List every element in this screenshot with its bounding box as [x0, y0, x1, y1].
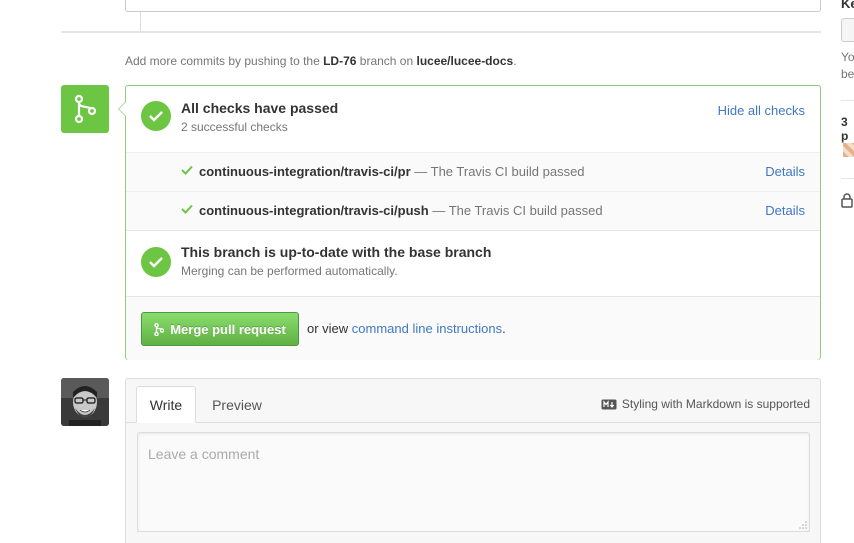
comment-placeholder: Leave a comment: [148, 446, 260, 462]
check-icon: [181, 204, 193, 214]
sidebar-heading-fragment: Ke: [841, 0, 854, 11]
merge-button-label: Merge pull request: [170, 321, 286, 337]
merge-pull-request-button[interactable]: Merge pull request: [141, 312, 299, 346]
or-view-text: or view: [307, 321, 352, 336]
avatar[interactable]: [61, 378, 109, 426]
check-context: continuous-integration/travis-ci/push — …: [199, 203, 603, 218]
hide-all-checks-link[interactable]: Hide all checks: [718, 103, 805, 118]
check-row: continuous-integration/travis-ci/pr — Th…: [126, 152, 820, 191]
comment-form: Write Preview Styling with Markdown is s…: [125, 378, 821, 543]
git-merge-icon: [154, 322, 165, 336]
branch-ok-icon: [141, 247, 171, 277]
tab-preview[interactable]: Preview: [201, 386, 273, 423]
check-description: — The Travis CI build passed: [432, 203, 603, 218]
command-line-instructions-link[interactable]: command line instructions: [352, 321, 502, 336]
cli-period: .: [502, 321, 506, 336]
check-context-name: continuous-integration/travis-ci/push: [199, 203, 429, 218]
comment-textarea[interactable]: Leave a comment: [137, 432, 810, 532]
repo-name: lucee/lucee-docs: [416, 54, 514, 68]
attach-dropzone-border: [137, 531, 810, 532]
merge-actions: Merge pull request or view command line …: [126, 296, 820, 360]
resize-grip-icon[interactable]: [799, 521, 807, 529]
branch-status: This branch is up-to-date with the base …: [126, 230, 820, 296]
checks-passed-icon: [141, 101, 171, 131]
check-details-link[interactable]: Details: [765, 203, 805, 218]
add-commits-note: Add more commits by pushing to the LD-76…: [125, 54, 517, 68]
timeline-connector: [140, 12, 141, 31]
check-context: continuous-integration/travis-ci/pr — Th…: [199, 164, 585, 179]
merge-status-box: All checks have passed 2 successful chec…: [118, 85, 821, 360]
branch-status-subtitle: Merging can be performed automatically.: [181, 264, 398, 278]
previous-timeline-box: [125, 0, 821, 12]
sidebar-text-fragment: be: [841, 67, 854, 81]
cli-instructions-text: or view command line instructions.: [307, 321, 506, 336]
checks-title: All checks have passed: [181, 100, 339, 116]
note-suffix: .: [513, 54, 517, 68]
note-prefix: Add more commits by pushing to the: [125, 54, 324, 68]
tab-write[interactable]: Write: [136, 386, 196, 423]
sidebar-button-fragment[interactable]: [841, 18, 854, 42]
branch-name: LD-76: [323, 54, 357, 68]
checks-summary: All checks have passed 2 successful chec…: [126, 86, 820, 152]
check-row: continuous-integration/travis-ci/push — …: [126, 191, 820, 230]
check-details-link[interactable]: Details: [765, 164, 805, 179]
sidebar-divider: [841, 100, 854, 101]
check-description: — The Travis CI build passed: [414, 164, 585, 179]
check-icon: [181, 165, 193, 175]
checks-subtitle: 2 successful checks: [181, 120, 288, 134]
branch-status-title: This branch is up-to-date with the base …: [181, 244, 492, 260]
participants-heading-fragment: 3 p: [841, 115, 849, 143]
timeline-divider: [61, 31, 821, 33]
lock-icon[interactable]: [841, 193, 853, 208]
participant-avatar[interactable]: [843, 143, 854, 157]
sidebar-divider: [841, 178, 854, 179]
sidebar-text-fragment: Yo: [841, 50, 854, 64]
check-context-name: continuous-integration/travis-ci/pr: [199, 164, 411, 179]
markdown-hint[interactable]: Styling with Markdown is supported: [601, 397, 810, 411]
note-middle: branch on: [356, 54, 417, 68]
markdown-hint-text: Styling with Markdown is supported: [621, 397, 810, 411]
markdown-icon: [601, 399, 617, 409]
git-merge-icon: [61, 85, 109, 133]
